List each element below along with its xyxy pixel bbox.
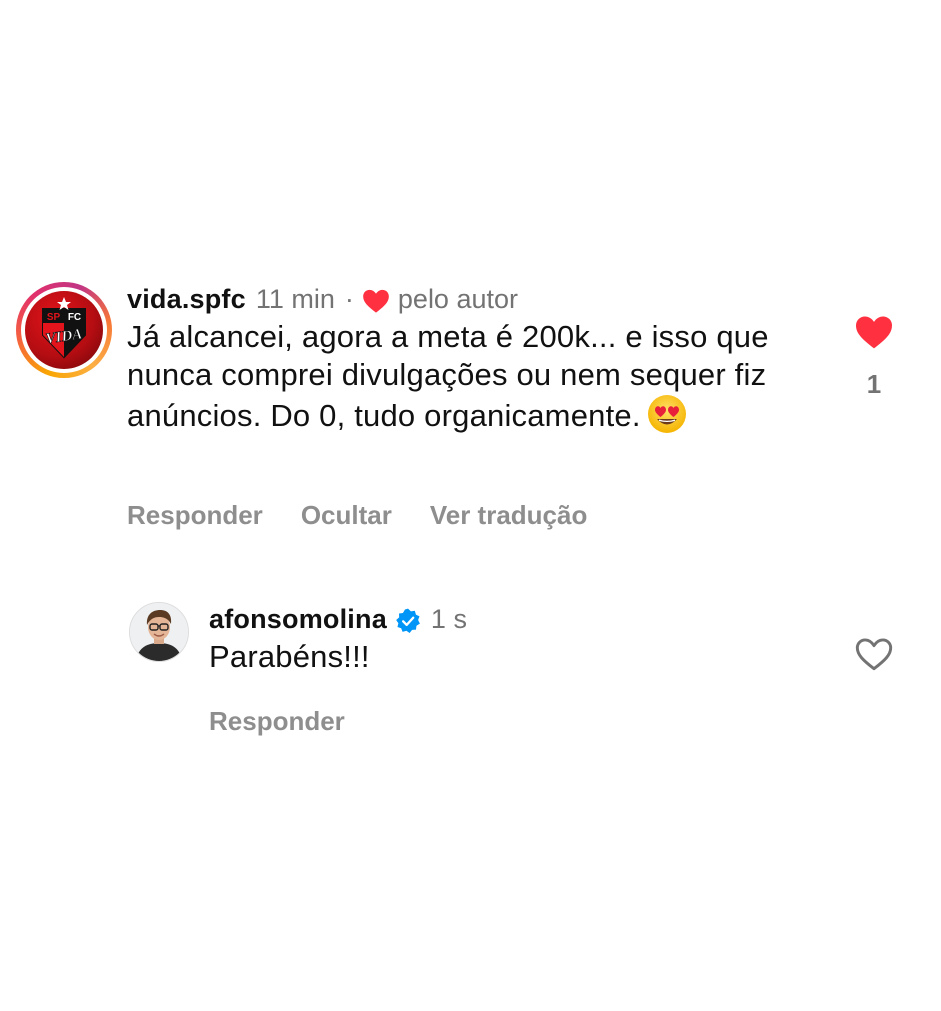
comment-text: Já alcancei, agora a meta é 200k... e is…: [127, 319, 769, 434]
timestamp: 1 s: [430, 604, 467, 634]
reply-button[interactable]: Responder: [127, 500, 263, 530]
liked-by-author-label: pelo autor: [397, 284, 518, 314]
liked-by-author-heart-icon: [362, 286, 390, 313]
comment-text: Parabéns!!!: [209, 639, 370, 674]
comment-meta: afonsomolina 1 s: [209, 600, 829, 638]
svg-text:SP: SP: [47, 312, 61, 323]
svg-text:FC: FC: [68, 312, 81, 323]
spfc-vida-logo-icon: SP FC VIDA: [25, 291, 103, 369]
separator-dot: ·: [344, 284, 354, 314]
like-heart-outline-icon[interactable]: [850, 636, 898, 677]
like-heart-filled-icon[interactable]: [850, 314, 898, 355]
reply-button[interactable]: Responder: [209, 706, 345, 736]
profile-photo-avatar[interactable]: [129, 602, 189, 662]
comment-actions: Responder: [209, 706, 383, 737]
username[interactable]: vida.spfc: [127, 280, 246, 318]
story-ring-avatar[interactable]: SP FC VIDA: [16, 282, 112, 378]
heart-eyes-emoji-icon: [647, 394, 687, 434]
like-count[interactable]: 1: [850, 369, 898, 400]
verified-badge-icon: [395, 606, 421, 633]
see-translation-button[interactable]: Ver tradução: [430, 500, 588, 530]
timestamp: 11 min: [255, 284, 335, 314]
comment-actions: Responder Ocultar Ver tradução: [127, 500, 625, 531]
username[interactable]: afonsomolina: [209, 600, 387, 638]
comment-meta: vida.spfc 11 min · pelo autor: [127, 280, 827, 318]
hide-button[interactable]: Ocultar: [301, 500, 392, 530]
